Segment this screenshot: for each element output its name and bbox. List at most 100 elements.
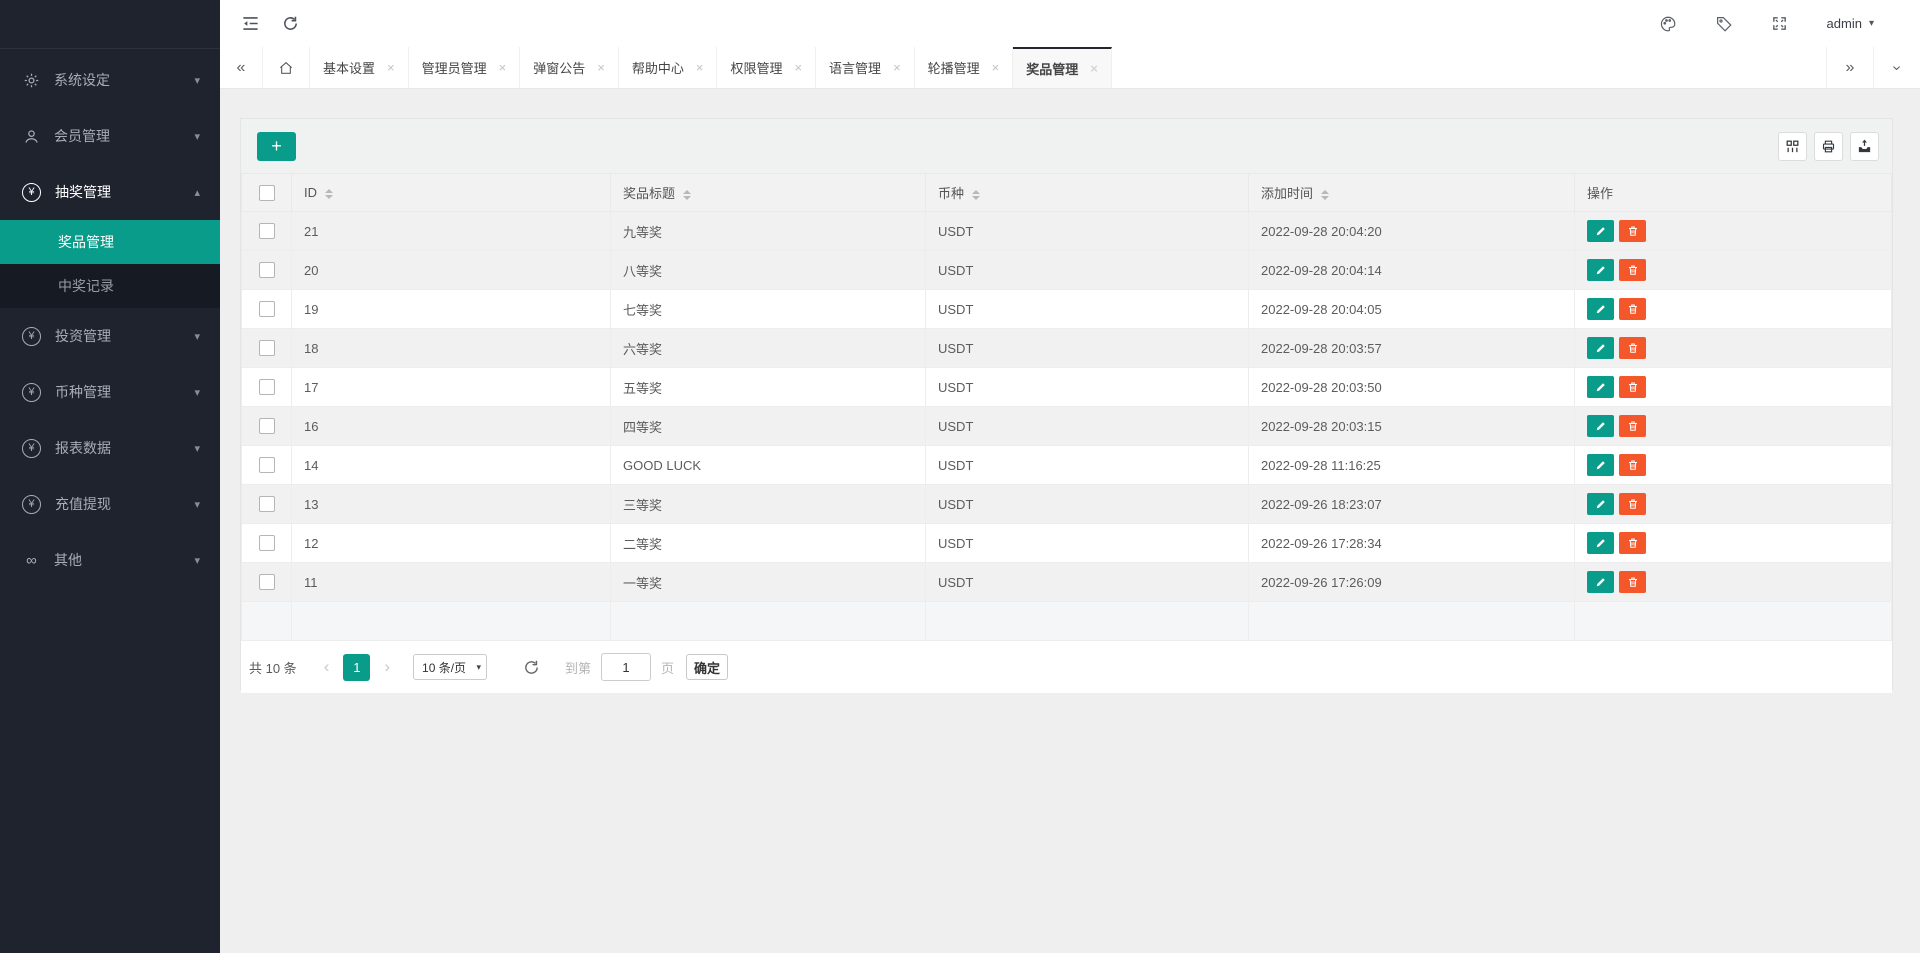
close-icon[interactable]: × <box>499 60 507 75</box>
home-tab-button[interactable] <box>263 47 310 88</box>
tab[interactable]: 弹窗公告 × <box>520 47 619 88</box>
edit-button[interactable] <box>1587 571 1614 593</box>
tab-options-button[interactable]: › <box>1873 47 1920 88</box>
close-icon[interactable]: × <box>387 60 395 75</box>
edit-button[interactable] <box>1587 220 1614 242</box>
cell-id: 20 <box>291 250 611 290</box>
edit-button[interactable] <box>1587 337 1614 359</box>
edit-button[interactable] <box>1587 493 1614 515</box>
sidebar-item[interactable]: ¥ 抽奖管理 ▴ <box>0 164 220 220</box>
delete-button[interactable] <box>1619 376 1646 398</box>
edit-button[interactable] <box>1587 454 1614 476</box>
page-size-select[interactable]: 10 条/页 ▾ <box>413 654 488 680</box>
select-all-checkbox[interactable] <box>258 184 275 201</box>
tab-bar: « 基本设置 × 管理员管理 × 弹窗公告 × 帮助中心 × 权限管理 × 语言管理 × 轮播管理 × 奖品… <box>220 47 1920 89</box>
cell-actions <box>1574 250 1892 290</box>
tab[interactable]: 轮播管理 × <box>915 47 1014 88</box>
tab[interactable]: 管理员管理 × <box>409 47 521 88</box>
edit-button[interactable] <box>1587 415 1614 437</box>
sidebar-item[interactable]: ¥ 充值提现 ▾ <box>0 476 220 532</box>
tab[interactable]: 语言管理 × <box>816 47 915 88</box>
refresh-page-button[interactable] <box>270 0 310 47</box>
tag-icon[interactable] <box>1715 15 1733 33</box>
row-checkbox[interactable] <box>258 574 275 591</box>
add-prize-button[interactable]: + <box>257 132 296 161</box>
refresh-table-button[interactable] <box>523 659 540 676</box>
sidebar-item-label: 币种管理 <box>55 384 111 400</box>
row-checkbox[interactable] <box>258 301 275 318</box>
edit-button[interactable] <box>1587 376 1614 398</box>
column-header-id[interactable]: ID <box>291 173 611 212</box>
theme-palette-icon[interactable] <box>1659 15 1677 33</box>
cell-actions <box>1574 406 1892 446</box>
edit-button[interactable] <box>1587 259 1614 281</box>
sidebar-subitem[interactable]: 奖品管理 <box>0 220 220 264</box>
sidebar-item-label: 其他 <box>54 552 82 568</box>
sidebar-item-label: 系统设定 <box>54 72 110 88</box>
prev-page-button[interactable]: ‹ <box>315 657 339 677</box>
cell-title: 一等奖 <box>610 562 926 602</box>
checkbox-cell <box>241 250 292 290</box>
column-header-currency[interactable]: 币种 <box>925 173 1249 212</box>
close-icon[interactable]: × <box>1090 61 1098 76</box>
delete-button[interactable] <box>1619 571 1646 593</box>
sidebar-item[interactable]: ¥ 币种管理 ▾ <box>0 364 220 420</box>
cell-currency: USDT <box>925 445 1249 485</box>
tab[interactable]: 权限管理 × <box>717 47 817 88</box>
user-menu[interactable]: admin ▾ <box>1827 16 1874 31</box>
print-button[interactable] <box>1814 132 1843 161</box>
close-icon[interactable]: × <box>794 60 802 75</box>
table-row: 16 四等奖 USDT 2022-09-28 20:03:15 <box>241 406 1892 446</box>
delete-button[interactable] <box>1619 454 1646 476</box>
sidebar-item[interactable]: ¥ 投资管理 ▾ <box>0 308 220 364</box>
sidebar-item[interactable]: 系统设定 ▾ <box>0 52 220 108</box>
table-row: 20 八等奖 USDT 2022-09-28 20:04:14 <box>241 250 1892 290</box>
tab[interactable]: 基本设置 × <box>310 47 409 88</box>
close-icon[interactable]: × <box>696 60 704 75</box>
fullscreen-icon[interactable] <box>1771 15 1789 33</box>
next-page-button[interactable]: › <box>375 657 399 677</box>
user-name: admin <box>1826 16 1862 31</box>
delete-button[interactable] <box>1619 298 1646 320</box>
table-row: 13 三等奖 USDT 2022-09-26 18:23:07 <box>241 484 1892 524</box>
close-icon[interactable]: × <box>597 60 605 75</box>
scroll-tabs-right-button[interactable]: » <box>1826 47 1873 88</box>
toggle-columns-button[interactable] <box>1778 132 1807 161</box>
toggle-sidebar-button[interactable] <box>230 0 270 47</box>
sidebar-subitem-label: 中奖记录 <box>58 278 114 294</box>
row-checkbox[interactable] <box>258 379 275 396</box>
column-header-time[interactable]: 添加时间 <box>1248 173 1575 212</box>
column-header-title[interactable]: 奖品标题 <box>610 173 926 212</box>
close-icon[interactable]: × <box>992 60 1000 75</box>
chevron-down-icon: ▾ <box>194 442 200 455</box>
export-button[interactable] <box>1850 132 1879 161</box>
delete-button[interactable] <box>1619 493 1646 515</box>
row-checkbox[interactable] <box>258 496 275 513</box>
row-checkbox[interactable] <box>258 262 275 279</box>
delete-button[interactable] <box>1619 532 1646 554</box>
tab[interactable]: 奖品管理 × <box>1013 47 1112 88</box>
sidebar-subitem[interactable]: 中奖记录 <box>0 264 220 308</box>
row-checkbox[interactable] <box>258 457 275 474</box>
row-checkbox[interactable] <box>258 223 275 240</box>
cell-title: 九等奖 <box>610 211 926 251</box>
current-page-button[interactable]: 1 <box>343 653 371 681</box>
sidebar-item[interactable]: ∞ 其他 ▾ <box>0 532 220 588</box>
chevron-down-icon: ▾ <box>194 498 200 511</box>
row-checkbox[interactable] <box>258 418 275 435</box>
delete-button[interactable] <box>1619 259 1646 281</box>
scroll-tabs-left-button[interactable]: « <box>220 47 263 88</box>
delete-button[interactable] <box>1619 220 1646 242</box>
close-icon[interactable]: × <box>893 60 901 75</box>
sidebar-item[interactable]: ¥ 报表数据 ▾ <box>0 420 220 476</box>
row-checkbox[interactable] <box>258 340 275 357</box>
tab[interactable]: 帮助中心 × <box>619 47 718 88</box>
sidebar-item[interactable]: 会员管理 ▾ <box>0 108 220 164</box>
goto-confirm-button[interactable]: 确定 <box>686 654 729 680</box>
edit-button[interactable] <box>1587 298 1614 320</box>
delete-button[interactable] <box>1619 415 1646 437</box>
delete-button[interactable] <box>1619 337 1646 359</box>
edit-button[interactable] <box>1587 532 1614 554</box>
row-checkbox[interactable] <box>258 535 275 552</box>
goto-page-input[interactable] <box>601 653 652 681</box>
